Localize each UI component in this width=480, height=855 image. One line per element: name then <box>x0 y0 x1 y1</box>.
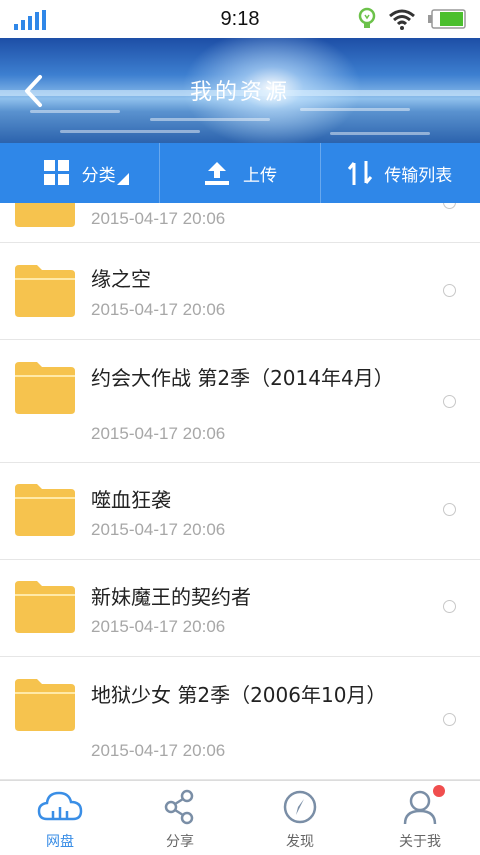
folder-icon <box>15 484 75 536</box>
upload-icon <box>204 162 229 185</box>
select-radio[interactable] <box>443 203 456 209</box>
category-label: 分类 <box>81 165 116 186</box>
file-date: 2015-04-17 20:06 <box>91 617 226 636</box>
tab-netdisk[interactable]: 网盘 <box>0 781 120 855</box>
file-name: 缘之空 <box>91 267 151 291</box>
share-icon <box>164 789 194 825</box>
file-date: 2015-04-17 20:06 <box>91 209 226 228</box>
file-date: 2015-04-17 20:06 <box>91 741 226 760</box>
select-radio[interactable] <box>443 713 456 726</box>
grid-icon <box>43 160 69 185</box>
page-title: 我的资源 <box>189 80 290 105</box>
status-icons <box>358 7 468 31</box>
file-name: 新妹魔王的契约者 <box>91 585 251 609</box>
select-radio[interactable] <box>443 395 456 408</box>
folder-icon <box>15 362 75 414</box>
file-name: 噬血狂袭 <box>91 488 171 512</box>
tab-label: 发现 <box>286 834 314 850</box>
upload-button[interactable]: 上传 <box>159 143 319 203</box>
cloud-icon <box>37 791 83 821</box>
compass-icon <box>283 790 317 824</box>
tab-share[interactable]: 分享 <box>120 781 240 855</box>
file-row[interactable]: 新妹魔王的契约者 2015-04-17 20:06 <box>0 560 480 657</box>
file-list: 2015-04-17 20:06 缘之空 2015-04-17 20:06 约会… <box>0 203 480 780</box>
file-date: 2015-04-17 20:06 <box>91 424 226 443</box>
tab-label: 分享 <box>166 834 194 850</box>
tab-label: 关于我 <box>399 834 441 850</box>
file-name: 约会大作战 第2季（2014年4月） <box>91 366 394 390</box>
transfer-list-label: 传输列表 <box>384 165 453 186</box>
folder-icon <box>15 679 75 731</box>
select-radio[interactable] <box>443 284 456 297</box>
tab-bar: 网盘 分享 发现 关于我 <box>0 780 480 855</box>
person-icon <box>403 790 437 825</box>
header: 我的资源 <box>0 38 480 143</box>
transfer-icon <box>348 161 373 185</box>
file-name: 地狱少女 第2季（2006年10月） <box>91 683 387 707</box>
tab-label: 网盘 <box>46 834 74 850</box>
file-row[interactable]: 噬血狂袭 2015-04-17 20:06 <box>0 463 480 560</box>
category-button[interactable]: 分类 <box>0 143 159 203</box>
upload-label: 上传 <box>242 165 277 186</box>
select-radio[interactable] <box>443 503 456 516</box>
select-radio[interactable] <box>443 600 456 613</box>
file-row[interactable]: 2015-04-17 20:06 <box>0 203 480 243</box>
file-row[interactable]: 缘之空 2015-04-17 20:06 <box>0 243 480 340</box>
toolbar: 分类 上传 传输列表 <box>0 143 480 203</box>
folder-icon <box>15 581 75 633</box>
status-bar: 9:18 <box>0 0 480 38</box>
file-row[interactable]: 约会大作战 第2季（2014年4月） 2015-04-17 20:06 <box>0 340 480 463</box>
file-date: 2015-04-17 20:06 <box>91 300 226 319</box>
transfer-list-button[interactable]: 传输列表 <box>319 143 480 203</box>
dropdown-caret-icon <box>117 173 130 185</box>
bulb-icon <box>358 7 376 28</box>
folder-icon <box>15 265 75 317</box>
tab-discover[interactable]: 发现 <box>240 781 360 855</box>
notification-badge <box>433 785 445 797</box>
tab-about-me[interactable]: 关于我 <box>360 781 480 855</box>
wifi-icon <box>389 9 415 30</box>
folder-icon <box>15 203 75 227</box>
file-date: 2015-04-17 20:06 <box>91 520 226 539</box>
battery-icon <box>428 9 466 29</box>
file-row[interactable]: 地狱少女 第2季（2006年10月） 2015-04-17 20:06 <box>0 657 480 780</box>
